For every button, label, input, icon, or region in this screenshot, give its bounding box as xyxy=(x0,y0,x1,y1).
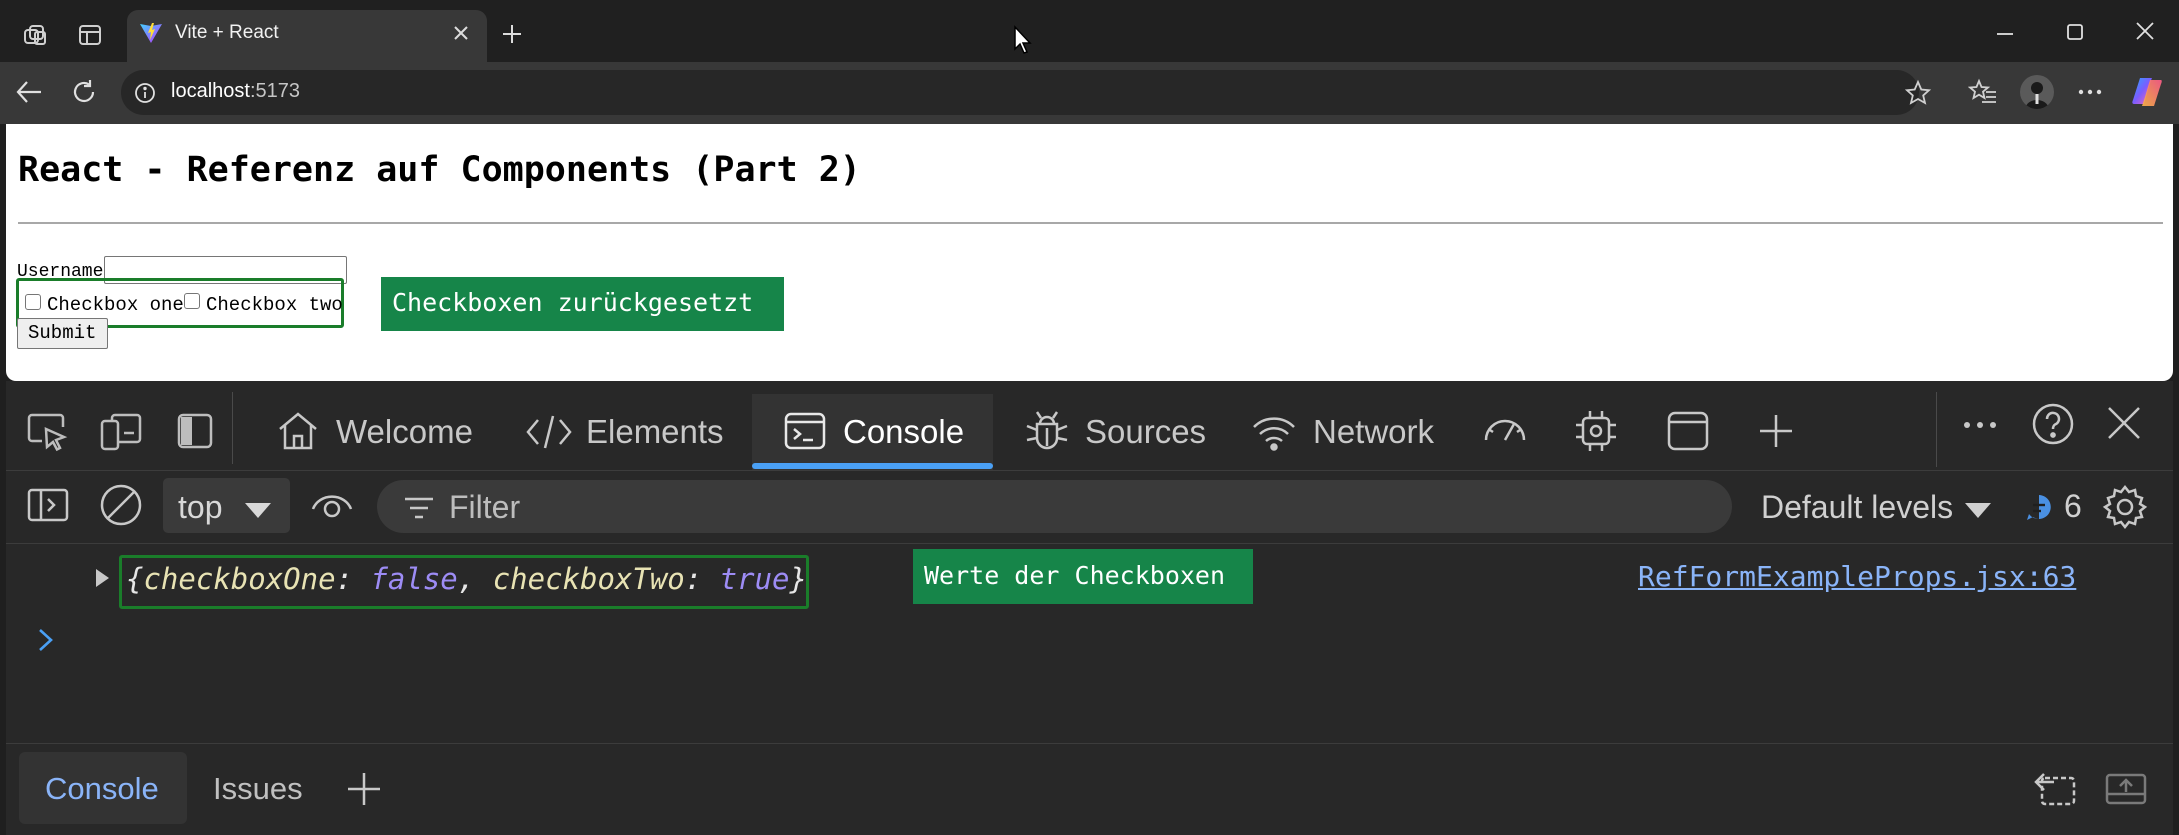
performance-gauge-icon[interactable] xyxy=(1480,410,1530,450)
minimize-icon[interactable] xyxy=(1993,22,2017,46)
close-window-icon[interactable] xyxy=(2133,19,2157,43)
tab-console[interactable]: Console xyxy=(843,413,964,451)
tab-console-underline xyxy=(752,463,993,469)
more-tools-plus-icon[interactable] xyxy=(1756,411,1796,451)
annotation-reset-text: Checkboxen zurückgesetzt xyxy=(392,288,754,317)
log-value-checkbox-one: false xyxy=(370,562,458,596)
vite-logo-icon xyxy=(139,21,163,45)
annotation-values-text: Werte der Checkboxen xyxy=(924,561,1226,590)
log-comma: , xyxy=(457,562,493,596)
drawer-add-tab-icon[interactable] xyxy=(345,770,383,808)
inspect-element-icon[interactable] xyxy=(26,411,68,453)
copilot-icon[interactable] xyxy=(2130,76,2164,108)
log-object-preview[interactable]: {checkboxOne: false, checkboxTwo: true} xyxy=(126,562,807,596)
drawer-tab-issues[interactable]: Issues xyxy=(213,771,303,807)
log-brace-close: } xyxy=(789,562,807,596)
log-brace-open: { xyxy=(126,562,144,596)
log-value-checkbox-two: true xyxy=(719,562,790,596)
reload-icon[interactable] xyxy=(70,78,98,106)
log-key-checkbox-one: checkboxOne xyxy=(143,562,336,596)
favorites-icon[interactable] xyxy=(1968,78,1998,106)
close-tab-icon[interactable] xyxy=(452,24,470,42)
url-text: localhost:5173 xyxy=(171,80,300,103)
vertical-tabs-icon[interactable] xyxy=(77,22,103,48)
message-count: 6 xyxy=(2064,488,2082,524)
log-colon-1: : xyxy=(335,562,371,596)
tab-network[interactable]: Network xyxy=(1313,413,1434,451)
checkbox-one[interactable] xyxy=(25,294,41,310)
filter-input[interactable] xyxy=(377,480,1732,533)
back-icon[interactable] xyxy=(14,78,44,106)
devtools-more-icon[interactable] xyxy=(1960,412,2000,438)
page-divider xyxy=(18,222,2163,224)
dock-side-icon[interactable] xyxy=(176,411,214,451)
maximize-icon[interactable] xyxy=(2063,20,2087,44)
show-sidebar-icon[interactable] xyxy=(26,487,70,523)
checkbox-two-label: Checkbox two xyxy=(206,294,343,316)
submit-button-label: Submit xyxy=(28,322,97,344)
filter-placeholder: Filter xyxy=(449,489,521,525)
drawer-tab-console[interactable]: Console xyxy=(45,771,159,807)
devtools-tabbar-divider xyxy=(6,470,2173,471)
live-expression-eye-icon[interactable] xyxy=(310,487,354,523)
levels-chevron-down-icon xyxy=(1963,500,1993,520)
help-icon[interactable] xyxy=(2031,402,2075,446)
log-colon-2: : xyxy=(684,562,720,596)
favorite-star-icon[interactable] xyxy=(1904,79,1932,107)
profile-avatar[interactable] xyxy=(2020,75,2054,109)
checkbox-two[interactable] xyxy=(184,293,200,309)
site-info-icon[interactable] xyxy=(133,81,157,105)
sources-bug-icon xyxy=(1023,408,1071,454)
more-menu-icon[interactable] xyxy=(2076,80,2104,104)
tab-elements[interactable]: Elements xyxy=(586,413,724,451)
new-tab-icon[interactable] xyxy=(500,22,524,46)
log-key-checkbox-two: checkboxTwo xyxy=(492,562,685,596)
drawer-dock-icon[interactable] xyxy=(2032,770,2078,808)
filter-icon xyxy=(402,494,436,522)
tab-welcome[interactable]: Welcome xyxy=(336,413,473,451)
drawer-divider xyxy=(6,743,2173,744)
welcome-home-icon xyxy=(276,410,320,452)
tab-sources[interactable]: Sources xyxy=(1085,413,1206,451)
memory-chip-icon[interactable] xyxy=(1573,408,1619,454)
console-prompt-chevron-icon[interactable] xyxy=(36,625,56,655)
close-devtools-icon[interactable] xyxy=(2106,405,2142,441)
address-bar[interactable] xyxy=(121,70,1919,115)
devtools-separator-right xyxy=(1936,392,1937,467)
elements-code-icon xyxy=(525,412,573,452)
clear-console-icon[interactable] xyxy=(99,483,143,527)
workspaces-icon[interactable] xyxy=(22,22,50,50)
drawer-maximize-icon[interactable] xyxy=(2104,770,2148,808)
log-levels-select[interactable]: Default levels xyxy=(1761,489,1953,526)
url-host: localhost xyxy=(171,80,250,102)
messages-icon[interactable] xyxy=(2024,492,2054,522)
devtools-separator xyxy=(232,392,233,464)
application-panel-icon[interactable] xyxy=(1666,409,1710,453)
log-source-link[interactable]: RefFormExampleProps.jsx:63 xyxy=(1638,560,2076,593)
url-port: :5173 xyxy=(249,80,300,102)
mouse-cursor-icon xyxy=(1013,25,1033,55)
context-selector-label: top xyxy=(178,489,223,525)
network-wifi-icon xyxy=(1251,412,1297,452)
device-emulation-icon[interactable] xyxy=(99,411,143,453)
console-settings-gear-icon[interactable] xyxy=(2102,484,2148,530)
console-terminal-icon xyxy=(783,410,827,452)
expand-object-triangle-icon[interactable] xyxy=(93,566,111,590)
console-toolbar-divider xyxy=(6,543,2173,544)
chevron-down-icon xyxy=(243,500,273,520)
checkbox-one-label: Checkbox one xyxy=(47,294,184,316)
page-title: React - Referenz auf Components (Part 2) xyxy=(18,150,861,190)
browser-tab-title: Vite + React xyxy=(175,22,279,43)
